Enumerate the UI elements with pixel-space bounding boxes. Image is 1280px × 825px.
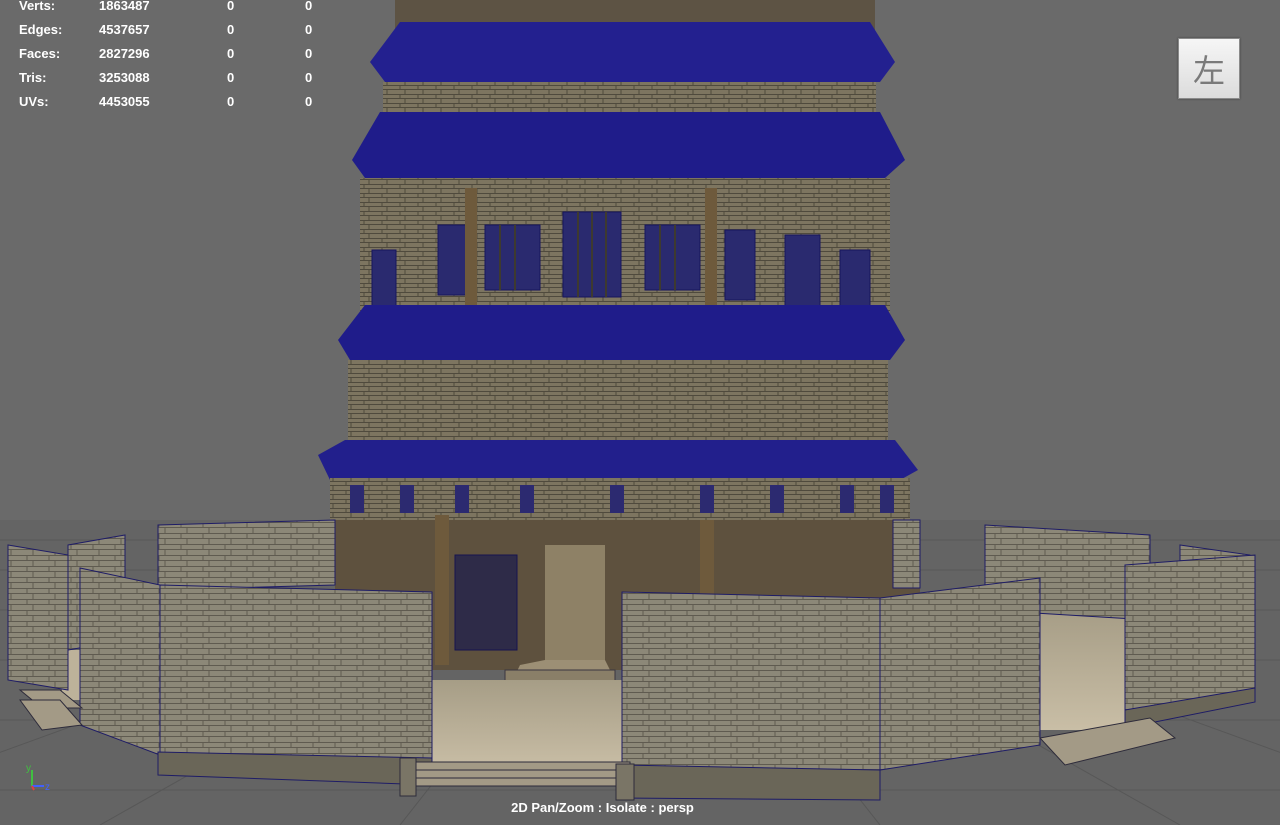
viewport-status-text: 2D Pan/Zoom : Isolate : persp bbox=[511, 800, 694, 815]
axis-z-label: z bbox=[45, 782, 50, 793]
hud-selected: 0 bbox=[227, 22, 235, 37]
hud-component: 0 bbox=[305, 70, 313, 85]
hud-selected: 0 bbox=[227, 94, 235, 109]
axis-y-label: y bbox=[26, 763, 31, 774]
pagoda-scene bbox=[0, 0, 1280, 825]
axis-gizmo: y z bbox=[26, 763, 50, 793]
hud-value: 4537657 bbox=[99, 22, 150, 37]
hud-label: Edges: bbox=[19, 22, 63, 37]
hud-value: 1863487 bbox=[99, 0, 150, 13]
hud-value: 3253088 bbox=[99, 70, 150, 85]
hud-selected: 0 bbox=[227, 46, 235, 61]
hud-label: UVs: bbox=[19, 94, 49, 109]
hud-value: 4453055 bbox=[99, 94, 150, 109]
hud-component: 0 bbox=[305, 22, 313, 37]
view-cube[interactable]: 左 bbox=[1178, 38, 1240, 99]
hud-component: 0 bbox=[305, 94, 313, 109]
hud-component: 0 bbox=[305, 46, 313, 61]
view-cube-face-label: 左 bbox=[1192, 51, 1225, 90]
hud-component: 0 bbox=[305, 0, 313, 13]
hud-label: Tris: bbox=[19, 70, 47, 85]
maya-viewport[interactable]: Verts: 1863487 0 0 Edges: 4537657 0 0 Fa… bbox=[0, 0, 1280, 825]
hud-label: Verts: bbox=[19, 0, 56, 13]
hud-label: Faces: bbox=[19, 46, 61, 61]
hud-selected: 0 bbox=[227, 0, 235, 13]
hud-value: 2827296 bbox=[99, 46, 150, 61]
hud-selected: 0 bbox=[227, 70, 235, 85]
